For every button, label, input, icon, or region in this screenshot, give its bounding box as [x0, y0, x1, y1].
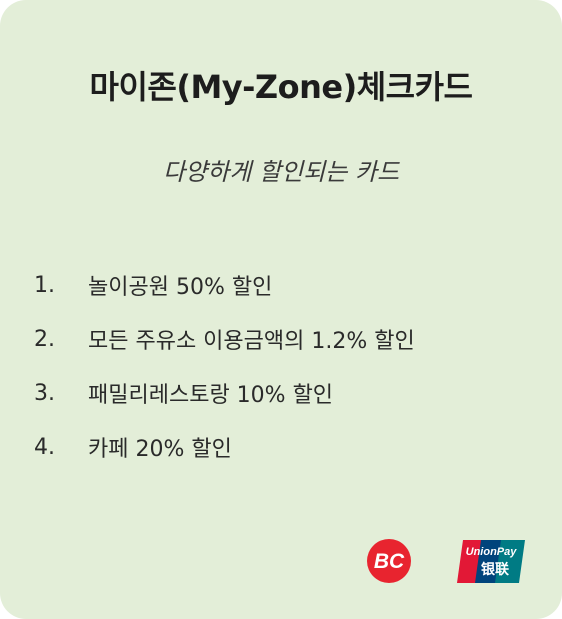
card-panel: 마이존(My-Zone)체크카드 다양하게 할인되는 카드 1. 놀이공원 50… [0, 0, 562, 619]
benefit-item: 1. 놀이공원 50% 할인 [34, 258, 415, 312]
unionpay-logo: UnionPay 银联 [457, 540, 525, 583]
benefit-item: 2. 모든 주유소 이용금액의 1.2% 할인 [34, 312, 415, 366]
benefit-number: 4. [34, 434, 55, 460]
benefit-list: 1. 놀이공원 50% 할인 2. 모든 주유소 이용금액의 1.2% 할인 3… [34, 258, 415, 474]
benefit-number: 3. [34, 380, 55, 406]
svg-text:UnionPay: UnionPay [466, 546, 518, 558]
bc-card-logo: BC [367, 539, 411, 583]
benefit-item: 4. 카페 20% 할인 [34, 420, 415, 474]
benefit-item: 3. 패밀리레스토랑 10% 할인 [34, 366, 415, 420]
benefit-number: 2. [34, 326, 55, 352]
card-brand-logos: BC UnionPay 银联 [366, 536, 536, 588]
svg-text:BC: BC [374, 550, 405, 573]
card-subtitle: 다양하게 할인되는 카드 [162, 158, 400, 186]
benefit-text: 패밀리레스토랑 10% 할인 [88, 383, 334, 408]
benefit-text: 모든 주유소 이용금액의 1.2% 할인 [88, 329, 415, 354]
svg-text:银联: 银联 [481, 561, 510, 578]
benefit-number: 1. [34, 272, 55, 298]
benefit-text: 카페 20% 할인 [88, 437, 232, 462]
benefit-text: 놀이공원 50% 할인 [88, 275, 273, 300]
card-title: 마이존(My-Zone)체크카드 [89, 68, 474, 106]
